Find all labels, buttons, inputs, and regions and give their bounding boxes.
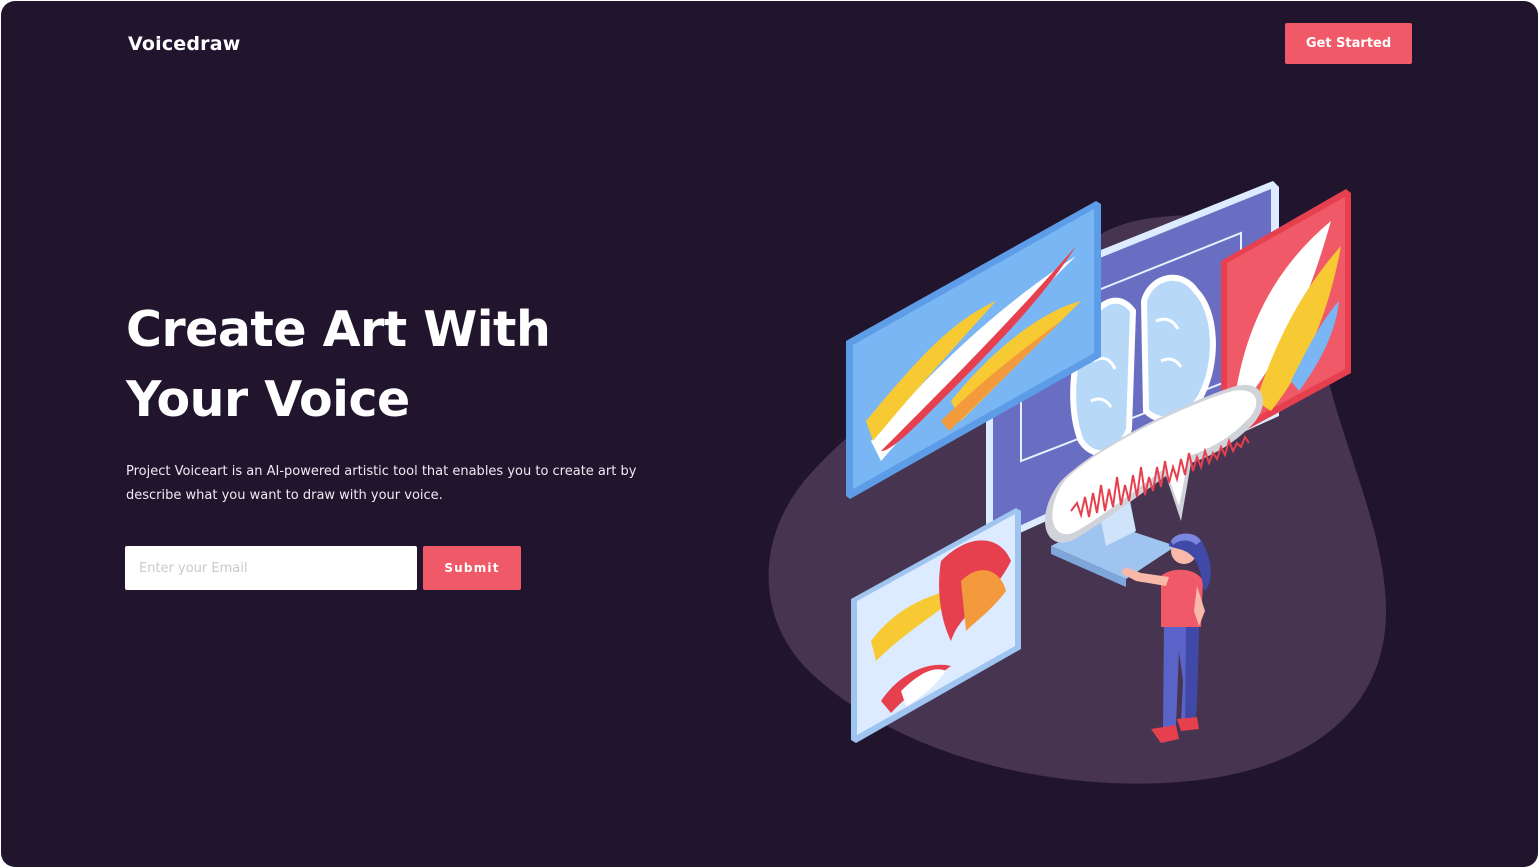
landing-page: Voicedraw Get Started Create Art With You… [1,1,1538,867]
hero-illustration [768,181,1386,784]
